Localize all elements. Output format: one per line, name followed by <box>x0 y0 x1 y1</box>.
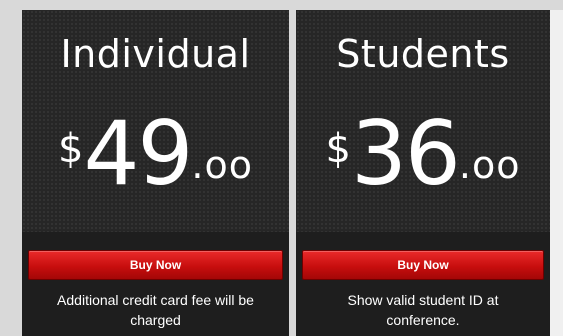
pricing-card-students: Students $36.oo Buy Now Show valid stude… <box>296 10 550 336</box>
price-amount: 36 <box>350 102 461 205</box>
plan-note: Additional credit card fee will be charg… <box>57 292 254 328</box>
price-cents: .oo <box>191 143 253 187</box>
plan-price: $49.oo <box>22 106 289 202</box>
pricing-card-individual: Individual $49.oo Buy Now Additional cre… <box>22 10 289 336</box>
plan-title: Individual <box>60 32 251 76</box>
price-amount: 49 <box>83 102 193 205</box>
currency-symbol: $ <box>57 126 84 172</box>
page-edge <box>550 10 563 336</box>
buy-now-button[interactable]: Buy Now <box>302 250 544 280</box>
plan-price: $36.oo <box>296 106 550 202</box>
currency-symbol: $ <box>325 126 351 172</box>
plan-note: Show valid student ID at conference. <box>347 292 499 328</box>
price-cents: .oo <box>458 143 521 187</box>
buy-now-button[interactable]: Buy Now <box>28 250 283 280</box>
plan-title: Students <box>336 32 510 76</box>
